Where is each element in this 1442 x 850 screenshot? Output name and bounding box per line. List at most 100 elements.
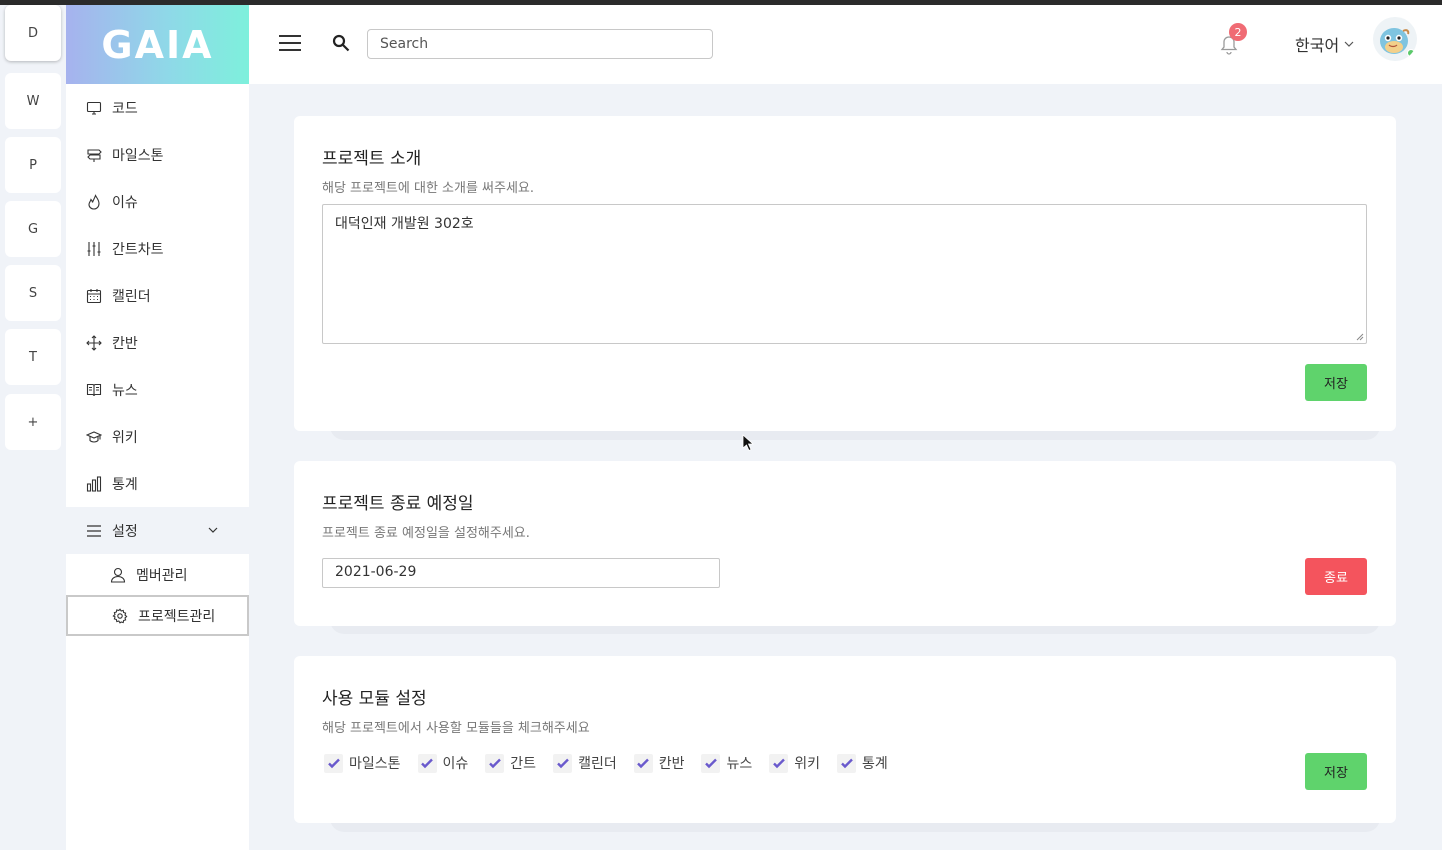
- gear-icon: [112, 607, 128, 624]
- sidebar-item-news[interactable]: 뉴스: [66, 366, 249, 413]
- sidebar-item-label: 이슈: [112, 194, 138, 211]
- module-checkbox-calendar[interactable]: 캘린더: [553, 753, 617, 773]
- sidebar-item-settings[interactable]: 설정: [66, 507, 249, 554]
- sidebar-item-label: 캘린더: [112, 288, 151, 305]
- workspace-label: D: [27, 25, 38, 41]
- save-modules-button[interactable]: 저장: [1305, 753, 1367, 790]
- avatar[interactable]: [1373, 17, 1417, 61]
- book-icon: [86, 383, 102, 396]
- module-checkbox-issue[interactable]: 이슈: [417, 753, 469, 773]
- sidebar-item-kanban[interactable]: 칸반: [66, 319, 249, 366]
- sidebar-item-label: 설정: [112, 523, 138, 540]
- chevron-down-icon: [208, 527, 218, 533]
- workspace-label: W: [26, 93, 40, 109]
- checkbox-label: 통계: [862, 756, 888, 772]
- module-checkbox-kanban[interactable]: 칸반: [633, 753, 685, 773]
- language-selector[interactable]: 한국어: [1295, 32, 1355, 56]
- save-intro-button[interactable]: 저장: [1305, 364, 1367, 401]
- sidebar-item-label: 프로젝트관리: [138, 608, 216, 625]
- module-checkbox-gantt[interactable]: 간트: [485, 753, 536, 773]
- workspace-label: +: [27, 414, 39, 430]
- section-title: 사용 모듈 설정: [322, 689, 427, 709]
- module-checkbox-list: 마일스톤 이슈 간트 캘린더 칸반 뉴스 위키 통계: [324, 753, 905, 773]
- sidebar-item-code[interactable]: 코드: [66, 84, 249, 131]
- graduation-cap-icon: [86, 430, 102, 443]
- end-project-button[interactable]: 종료: [1305, 558, 1367, 595]
- sidebar-item-wiki[interactable]: 위키: [66, 413, 249, 460]
- checkbox[interactable]: [485, 753, 505, 773]
- add-workspace-button[interactable]: +: [5, 394, 61, 450]
- section-description: 프로젝트 종료 예정일을 설정해주세요.: [322, 526, 530, 541]
- language-label: 한국어: [1295, 36, 1340, 55]
- project-end-date-card: 프로젝트 종료 예정일 프로젝트 종료 예정일을 설정해주세요. 2021-06…: [294, 461, 1396, 626]
- workspace-label: P: [29, 157, 37, 173]
- sidebar-item-label: 뉴스: [112, 382, 138, 399]
- sidebar-item-label: 코드: [112, 100, 138, 117]
- checkbox-label: 칸반: [658, 756, 685, 772]
- sidebar-item-member-management[interactable]: 멤버관리: [66, 554, 249, 595]
- check-icon: [556, 758, 569, 769]
- workspace-label: G: [27, 221, 39, 237]
- workspace-w[interactable]: W: [5, 73, 61, 129]
- online-status-dot: [1407, 49, 1415, 57]
- checkbox[interactable]: [633, 753, 653, 773]
- chevron-down-icon: [1344, 41, 1354, 47]
- sidebar-nav: 코드 마일스톤 이슈 간트차트 캘린더 칸반 뉴스 위키 통계 설정 멤버관리 …: [66, 84, 249, 636]
- search-icon[interactable]: [332, 34, 350, 52]
- textarea-value: 대덕인재 개발원 302호: [335, 216, 474, 232]
- notification-badge: 2: [1229, 23, 1247, 41]
- sidebar-item-label: 멤버관리: [136, 567, 188, 584]
- module-checkbox-wiki[interactable]: 위키: [769, 753, 820, 773]
- sidebar-item-issue[interactable]: 이슈: [66, 178, 249, 225]
- workspace-s[interactable]: S: [5, 265, 61, 321]
- monitor-icon: [86, 101, 102, 115]
- move-icon: [86, 334, 102, 351]
- module-checkbox-milestone[interactable]: 마일스톤: [324, 753, 401, 773]
- hamburger-menu-icon[interactable]: [279, 34, 301, 52]
- section-title: 프로젝트 소개: [322, 149, 422, 169]
- end-date-field[interactable]: 2021-06-29: [322, 558, 720, 588]
- module-checkbox-stats[interactable]: 통계: [837, 753, 888, 773]
- workspace-p[interactable]: P: [5, 137, 61, 193]
- search-input[interactable]: [367, 29, 713, 59]
- sliders-icon: [87, 241, 101, 256]
- menu-icon: [87, 524, 101, 537]
- check-icon: [637, 758, 650, 769]
- resize-grip-icon[interactable]: [1356, 333, 1364, 341]
- sidebar-item-gantt[interactable]: 간트차트: [66, 225, 249, 272]
- checkbox[interactable]: [701, 753, 721, 773]
- sidebar-item-milestone[interactable]: 마일스톤: [66, 131, 249, 178]
- mouse-cursor-icon: [742, 434, 754, 452]
- logo[interactable]: GAIA: [66, 5, 249, 84]
- logo-text: GAIA: [101, 22, 214, 67]
- top-header: 2 한국어: [249, 5, 1442, 84]
- module-checkbox-news[interactable]: 뉴스: [701, 753, 752, 773]
- check-icon: [705, 758, 717, 769]
- checkbox[interactable]: [324, 753, 343, 773]
- checkbox-label: 이슈: [442, 756, 469, 772]
- checkbox[interactable]: [553, 753, 573, 773]
- checkbox[interactable]: [417, 753, 437, 773]
- section-title: 프로젝트 종료 예정일: [322, 494, 474, 514]
- checkbox[interactable]: [837, 753, 856, 773]
- project-intro-textarea[interactable]: 대덕인재 개발원 302호: [322, 204, 1367, 344]
- bar-chart-icon: [86, 475, 102, 492]
- sidebar-item-stats[interactable]: 통계: [66, 460, 249, 507]
- project-intro-card: 프로젝트 소개 해당 프로젝트에 대한 소개를 써주세요. 대덕인재 개발원 3…: [294, 116, 1396, 431]
- checkbox-label: 캘린더: [578, 756, 617, 772]
- sidebar-item-calendar[interactable]: 캘린더: [66, 272, 249, 319]
- sidebar-item-project-management[interactable]: 프로젝트관리: [66, 595, 249, 636]
- section-description: 해당 프로젝트에서 사용할 모듈들을 체크해주세요: [322, 721, 590, 736]
- module-settings-card: 사용 모듈 설정 해당 프로젝트에서 사용할 모듈들을 체크해주세요 마일스톤 …: [294, 656, 1396, 823]
- workspace-t[interactable]: T: [5, 329, 61, 385]
- check-icon: [327, 758, 340, 769]
- workspace-g[interactable]: G: [5, 201, 61, 257]
- sidebar-item-label: 칸반: [112, 335, 138, 352]
- signpost-icon: [87, 148, 102, 162]
- workspace-d[interactable]: D: [5, 5, 61, 61]
- user-icon: [110, 567, 126, 583]
- check-icon: [421, 758, 433, 769]
- checkbox[interactable]: [769, 753, 789, 773]
- calendar-icon: [86, 288, 102, 303]
- checkbox-label: 마일스톤: [349, 756, 401, 772]
